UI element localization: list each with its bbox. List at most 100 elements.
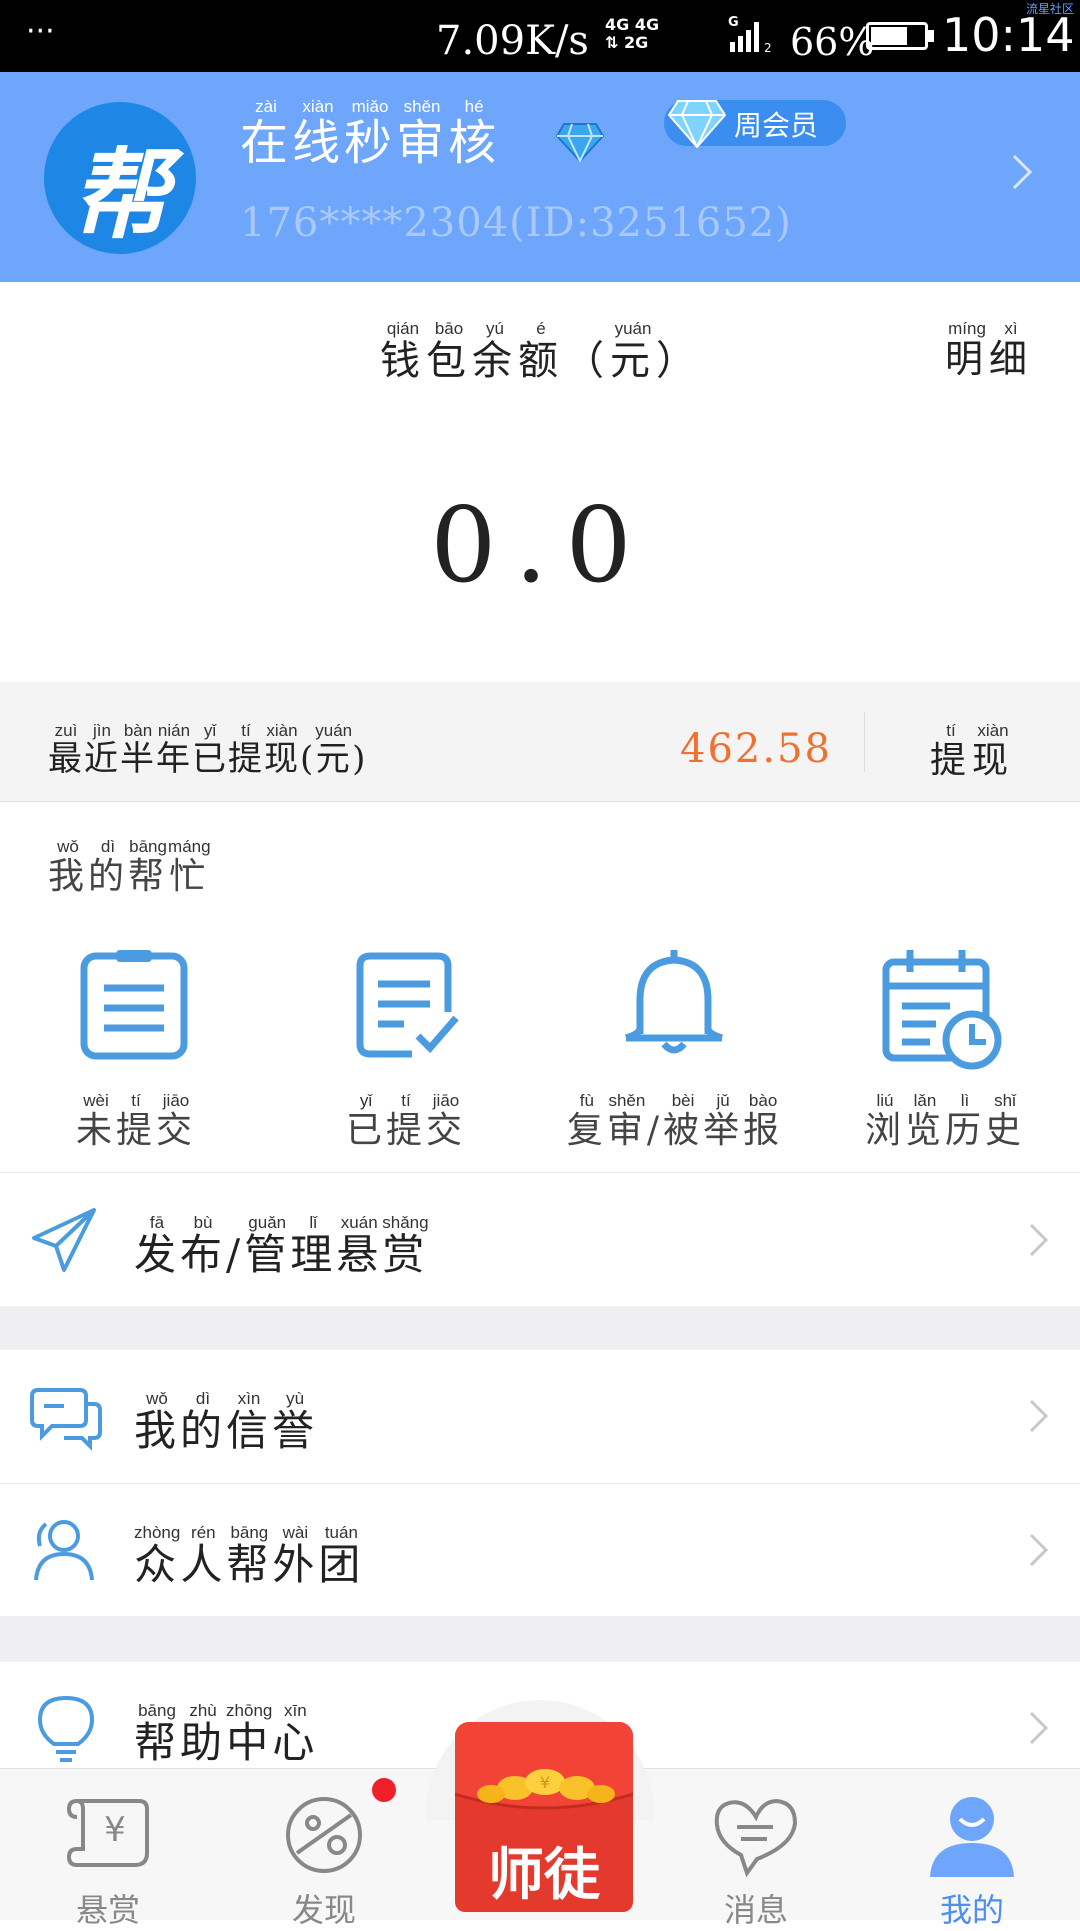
nav-reward[interactable]: ¥ [48,1793,168,1877]
ruby-char: 助zhù [180,1701,227,1767]
ruby-char: 忙máng [168,837,211,897]
vip-label: 周会员 [734,109,819,142]
ruby-char: 余yú [472,319,518,384]
nav-discover[interactable] [264,1793,384,1881]
status-bar: ··· 7.09K/s 4G 4G ⇅ 2G G 2 66% 10:14 流星社… [0,0,1080,72]
chevron-right-icon [1029,1533,1049,1567]
wallet-detail-link[interactable]: 明míng细xì [945,319,1034,383]
nav-label-mine: 我的 [939,1891,1004,1929]
ruby-char: 理lǐ [290,1213,337,1279]
ruby-char: 最zuì [48,721,84,779]
ruby-char: 审shěn [396,97,449,171]
svg-text:2: 2 [764,41,772,54]
grid-label-history: 浏liú览lǎn历lì史shǐ [840,1091,1050,1153]
ruby-char: 包bāo [426,319,472,384]
ruby-char: 提tí [385,1091,426,1151]
ruby-char: 半bàn [120,721,156,779]
ruby-char: 额é [518,319,564,384]
list-item-publish-manage[interactable]: 发fā布bù/管guǎn理lǐ悬xuán赏shǎng [0,1174,1080,1306]
paper-plane-icon [32,1208,96,1272]
ruby-char: 提tí [115,1091,156,1151]
chevron-right-icon [1012,154,1033,190]
list-item-crowd-team[interactable]: 众zhòng人rén帮bāng外wài团tuán [0,1484,1080,1616]
grid-label-submitted: 已yǐ提tí交jiāo [306,1091,506,1153]
ruby-char: 浏liú [864,1091,905,1151]
ruby-char: ( [300,739,316,779]
ruby-char: 的dì [88,837,129,897]
ruby-char: 现xiàn [972,721,1015,781]
ruby-char: / [226,1230,245,1279]
users-icon [34,1520,94,1581]
ruby-char: 信xìn [226,1389,273,1455]
chevron-right-icon [1029,1711,1049,1745]
ruby-char: 团tuán [318,1523,365,1589]
ruby-char: 提tí [930,721,973,781]
lightbulb-icon [37,1695,95,1762]
nav-label-discover: 发现 [291,1891,356,1929]
ruby-char: 现xiàn [264,721,300,779]
ruby-char: 心xīn [272,1701,319,1767]
ruby-char: 已yǐ [345,1091,386,1151]
list-item-my-credit[interactable]: 我wǒ的dì信xìn誉yù [0,1350,1080,1482]
chevron-right-icon [1029,1223,1049,1257]
chat-bubbles-icon [30,1388,102,1451]
ruby-char: 钱qián [380,319,426,384]
ruby-char: 交jiāo [156,1091,197,1151]
list-label: 我wǒ的dì信xìn誉yù [134,1389,318,1458]
withdrawn-label: 最zuì近jìn半bàn年nián已yǐ提tí现xiàn(元yuán) [48,721,368,780]
logo-char: 帮 [70,139,169,253]
ruby-char: 细xì [989,319,1034,381]
network-type: 4G 4G ⇅ 2G [605,15,660,52]
ruby-char: 报bào [743,1091,784,1151]
nav-label-messages: 消息 [723,1891,788,1929]
bell-icon[interactable] [618,948,730,1064]
ruby-char: 历lì [945,1091,986,1151]
ruby-char: （ [564,338,610,384]
ruby-char: 史shǐ [985,1091,1026,1151]
notification-dots: ··· [26,14,55,49]
list-label: 众zhòng人rén帮bāng外wài团tuán [134,1523,365,1592]
grid-label-review-report: 复fù审shěn/被bèi举jǔ报bào [540,1091,810,1153]
ruby-char: 布bù [180,1213,227,1279]
nav-label-reward: 悬赏 [75,1891,140,1929]
calendar-clock-icon[interactable] [880,948,1006,1076]
ruby-char: 已yǐ [192,721,228,779]
ruby-char: 核hé [448,97,501,171]
user-avatar-icon [930,1797,1014,1877]
username: 在zài线xiàn秒miǎo审shěn核hé [240,97,501,173]
battery-percent: 66% [790,20,875,64]
ruby-char: 在zài [240,97,293,171]
submitted-doc-icon[interactable] [352,948,464,1064]
profile-header[interactable]: 帮 在zài线xiàn秒miǎo审shěn核hé 周会员 176****2304… [0,72,1080,282]
planet-icon [286,1797,362,1873]
nav-mine[interactable] [912,1793,1032,1881]
corner-watermark: 流星社区 [1025,2,1074,16]
ruby-char: 悬xuán [336,1213,383,1279]
ruby-char: 明míng [945,319,990,381]
ruby-char: 线xiàn [292,97,345,171]
nav-label-mentor: 师徒 [488,1843,600,1908]
heart-chat-icon [714,1798,798,1878]
clipboard-icon[interactable] [78,948,190,1064]
ruby-char: 近jìn [84,721,120,779]
ruby-char: 元yuán [315,721,353,779]
withdraw-button[interactable]: 提tí现xiàn [930,721,1015,783]
list-label: 发fā布bù/管guǎn理lǐ悬xuán赏shǎng [134,1213,429,1282]
nav-messages[interactable] [696,1793,816,1881]
wallet-balance: 0.0 [430,484,650,606]
network-speed: 7.09K/s [436,18,589,64]
list-label: 帮bāng助zhù中zhōng心xīn [134,1701,319,1770]
ruby-char: 提tí [228,721,264,779]
ruby-char: 帮bāng [128,837,169,897]
ruby-char: ) [352,739,368,779]
ruby-char: 帮bāng [226,1523,273,1589]
ruby-char: 览lǎn [904,1091,945,1151]
ruby-char: 交jiāo [426,1091,467,1151]
ruby-char: 审shěn [606,1091,647,1151]
ruby-char: 的dì [180,1389,227,1455]
ruby-char: 复fù [566,1091,607,1151]
ruby-char: 帮bāng [134,1701,181,1767]
wallet-title: 钱qián包bāo余yú额é（元yuán） [380,319,702,386]
ruby-char: 发fā [134,1213,181,1279]
ruby-char: 人rén [180,1523,227,1589]
